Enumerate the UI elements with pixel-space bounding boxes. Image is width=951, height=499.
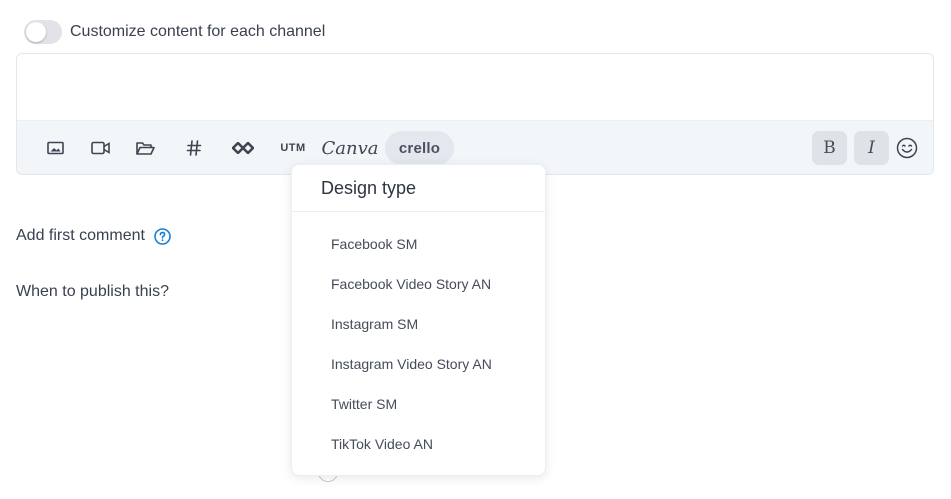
design-type-option[interactable]: Facebook SM: [292, 224, 545, 264]
design-type-option[interactable]: Twitter SM: [292, 384, 545, 424]
design-type-option[interactable]: Instagram Video Story AN: [292, 344, 545, 384]
post-composer-page: Customize content for each channel UTM C…: [0, 0, 951, 499]
utm-button[interactable]: UTM: [280, 131, 306, 165]
design-type-option[interactable]: Instagram SM: [292, 304, 545, 344]
first-comment-row: Add first comment: [16, 227, 171, 245]
italic-button[interactable]: I: [854, 131, 889, 165]
customize-toggle-row: Customize content for each channel: [24, 20, 325, 44]
video-icon[interactable]: [89, 131, 111, 165]
emoji-icon[interactable]: [895, 131, 919, 165]
bold-button[interactable]: B: [812, 131, 847, 165]
publish-time-label: When to publish this?: [16, 283, 169, 300]
link-shortener-icon[interactable]: [230, 131, 256, 165]
design-type-list: Facebook SM Facebook Video Story AN Inst…: [292, 212, 545, 464]
canva-button[interactable]: Canva: [322, 131, 379, 165]
hashtag-icon[interactable]: [183, 131, 205, 165]
post-composer: UTM Canva crello B I: [16, 53, 934, 175]
folder-open-icon[interactable]: [134, 131, 156, 165]
first-comment-label[interactable]: Add first comment: [16, 227, 145, 245]
customize-toggle[interactable]: [24, 20, 62, 44]
customize-toggle-label: Customize content for each channel: [70, 23, 326, 40]
question-circle-icon[interactable]: [154, 227, 171, 245]
image-icon[interactable]: [44, 131, 66, 165]
toggle-knob: [26, 22, 46, 42]
crello-button[interactable]: crello: [385, 131, 454, 165]
design-type-title: Design type: [292, 165, 545, 212]
design-type-option[interactable]: TikTok Video AN: [292, 424, 545, 464]
design-type-option[interactable]: Facebook Video Story AN: [292, 264, 545, 304]
post-text-area[interactable]: [17, 54, 933, 120]
design-type-dropdown: Design type Facebook SM Facebook Video S…: [291, 164, 546, 476]
